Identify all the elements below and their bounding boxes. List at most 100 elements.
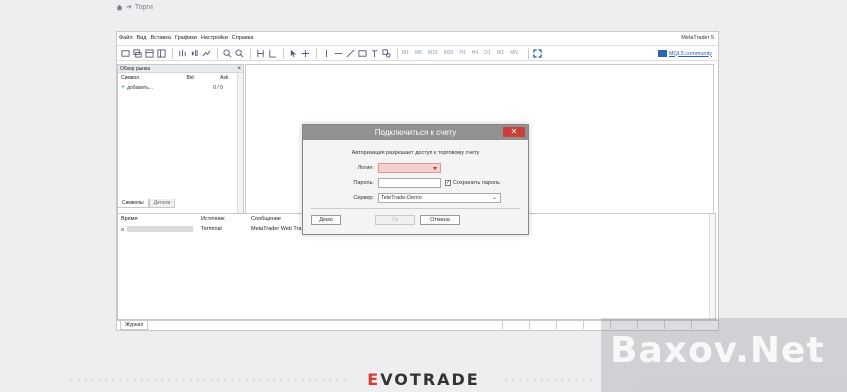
plus-icon: + bbox=[121, 84, 126, 91]
journal-scrollbar[interactable] bbox=[709, 214, 715, 319]
timeframe-d1[interactable]: D1 bbox=[484, 50, 490, 56]
timeframe-m5[interactable]: M5 bbox=[415, 50, 422, 56]
close-button[interactable]: ✕ bbox=[503, 127, 525, 137]
toolbar-separator bbox=[217, 47, 218, 59]
toolbar: M1 M5 M15 M30 H1 H4 D1 W1 MN MQL5.commun… bbox=[117, 45, 718, 61]
status-dot-icon bbox=[121, 227, 124, 231]
time-redacted bbox=[127, 226, 193, 232]
menu-view[interactable]: Вид bbox=[137, 35, 147, 41]
toolbar-separator bbox=[172, 47, 173, 59]
login-label: Логин: bbox=[357, 165, 374, 171]
checkbox-checked-icon[interactable]: ✓ bbox=[445, 180, 451, 186]
password-label: Пароль: bbox=[353, 180, 374, 186]
status-cell bbox=[556, 320, 583, 329]
add-symbol-label: добавить... bbox=[127, 85, 153, 91]
bar-chart-icon[interactable] bbox=[177, 48, 187, 58]
zoom-out-icon[interactable] bbox=[234, 48, 244, 58]
market-watch-icon[interactable] bbox=[144, 48, 154, 58]
toolbar-separator bbox=[316, 47, 317, 59]
zoom-in-icon[interactable] bbox=[222, 48, 232, 58]
menu-help[interactable]: Справка bbox=[232, 35, 254, 41]
trend-line-icon[interactable] bbox=[345, 48, 355, 58]
candlestick-icon[interactable] bbox=[189, 48, 199, 58]
close-icon[interactable]: × bbox=[237, 65, 241, 73]
menu-settings[interactable]: Настройки bbox=[201, 35, 228, 41]
arrow-right-icon: ➔ bbox=[126, 4, 132, 11]
market-watch-scrollbar[interactable] bbox=[237, 73, 243, 228]
column-source[interactable]: Источник bbox=[201, 216, 251, 222]
timeframe-h1[interactable]: H1 bbox=[459, 50, 465, 56]
password-field[interactable] bbox=[378, 178, 441, 188]
fullscreen-icon[interactable] bbox=[533, 48, 543, 58]
dropdown-arrow-icon[interactable] bbox=[433, 167, 437, 170]
timeframe-w1[interactable]: W1 bbox=[497, 50, 505, 56]
symbol-count: 0 / 0 bbox=[213, 85, 223, 91]
tab-journal[interactable]: Журнал bbox=[120, 321, 149, 330]
server-label: Сервер: bbox=[353, 195, 374, 201]
status-cell bbox=[502, 320, 529, 329]
text-label-icon[interactable] bbox=[357, 48, 367, 58]
column-symbol[interactable]: Символ bbox=[121, 75, 186, 81]
navigator-icon[interactable] bbox=[156, 48, 166, 58]
login-row: Логин: bbox=[328, 163, 441, 173]
line-chart-icon[interactable] bbox=[201, 48, 211, 58]
cursor-icon[interactable] bbox=[288, 48, 298, 58]
tab-details[interactable]: Детали bbox=[148, 199, 176, 208]
ok-button[interactable]: Ок bbox=[375, 215, 415, 225]
horizontal-line-icon[interactable] bbox=[333, 48, 343, 58]
login-dialog: Подключиться к счету ✕ Авторизация разре… bbox=[302, 124, 529, 235]
chart-shift-icon[interactable] bbox=[267, 48, 277, 58]
save-password-checkbox[interactable]: ✓ Сохранить пароль bbox=[445, 180, 500, 186]
menu-insert[interactable]: Вставка bbox=[150, 35, 170, 41]
new-chart-icon[interactable] bbox=[120, 48, 130, 58]
text-icon[interactable] bbox=[369, 48, 379, 58]
mql5-community-link[interactable]: MQL5.community bbox=[657, 50, 712, 57]
watermark-text: Baxov.Net bbox=[610, 330, 825, 371]
app-brand: MetaTrader 5 bbox=[681, 35, 714, 41]
breadcrumb-current[interactable]: Торги bbox=[135, 4, 153, 11]
timeframe-m30[interactable]: M30 bbox=[444, 50, 454, 56]
cancel-button[interactable]: Отмена bbox=[420, 215, 460, 225]
toolbar-separator bbox=[283, 47, 284, 59]
home-icon[interactable] bbox=[116, 4, 123, 11]
login-field[interactable] bbox=[378, 163, 441, 173]
password-row: Пароль: ✓ Сохранить пароль bbox=[328, 178, 500, 188]
server-value: TeleTrade-Demo bbox=[381, 195, 422, 201]
tab-symbols[interactable]: Символы bbox=[117, 199, 149, 208]
chevron-down-icon: ⌄ bbox=[491, 195, 497, 201]
timeframe-m15[interactable]: M15 bbox=[428, 50, 438, 56]
dialog-subtitle: Авторизация разрешает доступ к торговому… bbox=[351, 150, 480, 156]
demo-button[interactable]: Демо bbox=[311, 215, 341, 225]
dialog-title: Подключиться к счету bbox=[374, 128, 457, 137]
mql5-logo-icon bbox=[657, 50, 667, 57]
timeframe-m1[interactable]: M1 bbox=[402, 50, 409, 56]
toolbar-separator bbox=[527, 47, 529, 59]
dialog-divider bbox=[311, 208, 520, 209]
market-watch-title-bar: Обзор рынка × bbox=[118, 65, 243, 73]
toolbar-separator bbox=[397, 47, 398, 59]
status-cell bbox=[529, 320, 556, 329]
shapes-icon[interactable] bbox=[381, 48, 391, 58]
menu-file[interactable]: Файл bbox=[119, 35, 133, 41]
journal-source-cell: Terminal bbox=[201, 226, 222, 232]
server-select[interactable]: TeleTrade-Demo ⌄ bbox=[378, 193, 501, 203]
column-time[interactable]: Время bbox=[121, 216, 201, 222]
breadcrumb: ➔ Торги bbox=[116, 3, 153, 11]
add-symbol-row[interactable]: + добавить... 0 / 0 bbox=[118, 83, 243, 93]
server-row: Сервер: TeleTrade-Demo ⌄ bbox=[328, 193, 501, 203]
toolbar-separator bbox=[250, 47, 251, 59]
autoscroll-icon[interactable] bbox=[255, 48, 265, 58]
dialog-title-bar: Подключиться к счету ✕ bbox=[303, 125, 528, 140]
timeframe-h4[interactable]: H4 bbox=[472, 50, 478, 56]
mql5-community-label: MQL5.community bbox=[668, 50, 712, 57]
vertical-line-icon[interactable] bbox=[321, 48, 331, 58]
column-bid[interactable]: Bid bbox=[186, 75, 220, 81]
profiles-icon[interactable] bbox=[132, 48, 142, 58]
market-watch-header: Символ Bid Ask bbox=[118, 73, 243, 83]
crosshair-icon[interactable] bbox=[300, 48, 310, 58]
journal-time-cell bbox=[121, 226, 201, 232]
menu-bar: Файл Вид Вставка Графики Настройки Справ… bbox=[117, 32, 718, 44]
market-watch-title: Обзор рынка bbox=[120, 66, 151, 72]
menu-charts[interactable]: Графики bbox=[175, 35, 197, 41]
timeframe-mn[interactable]: MN bbox=[510, 50, 518, 56]
